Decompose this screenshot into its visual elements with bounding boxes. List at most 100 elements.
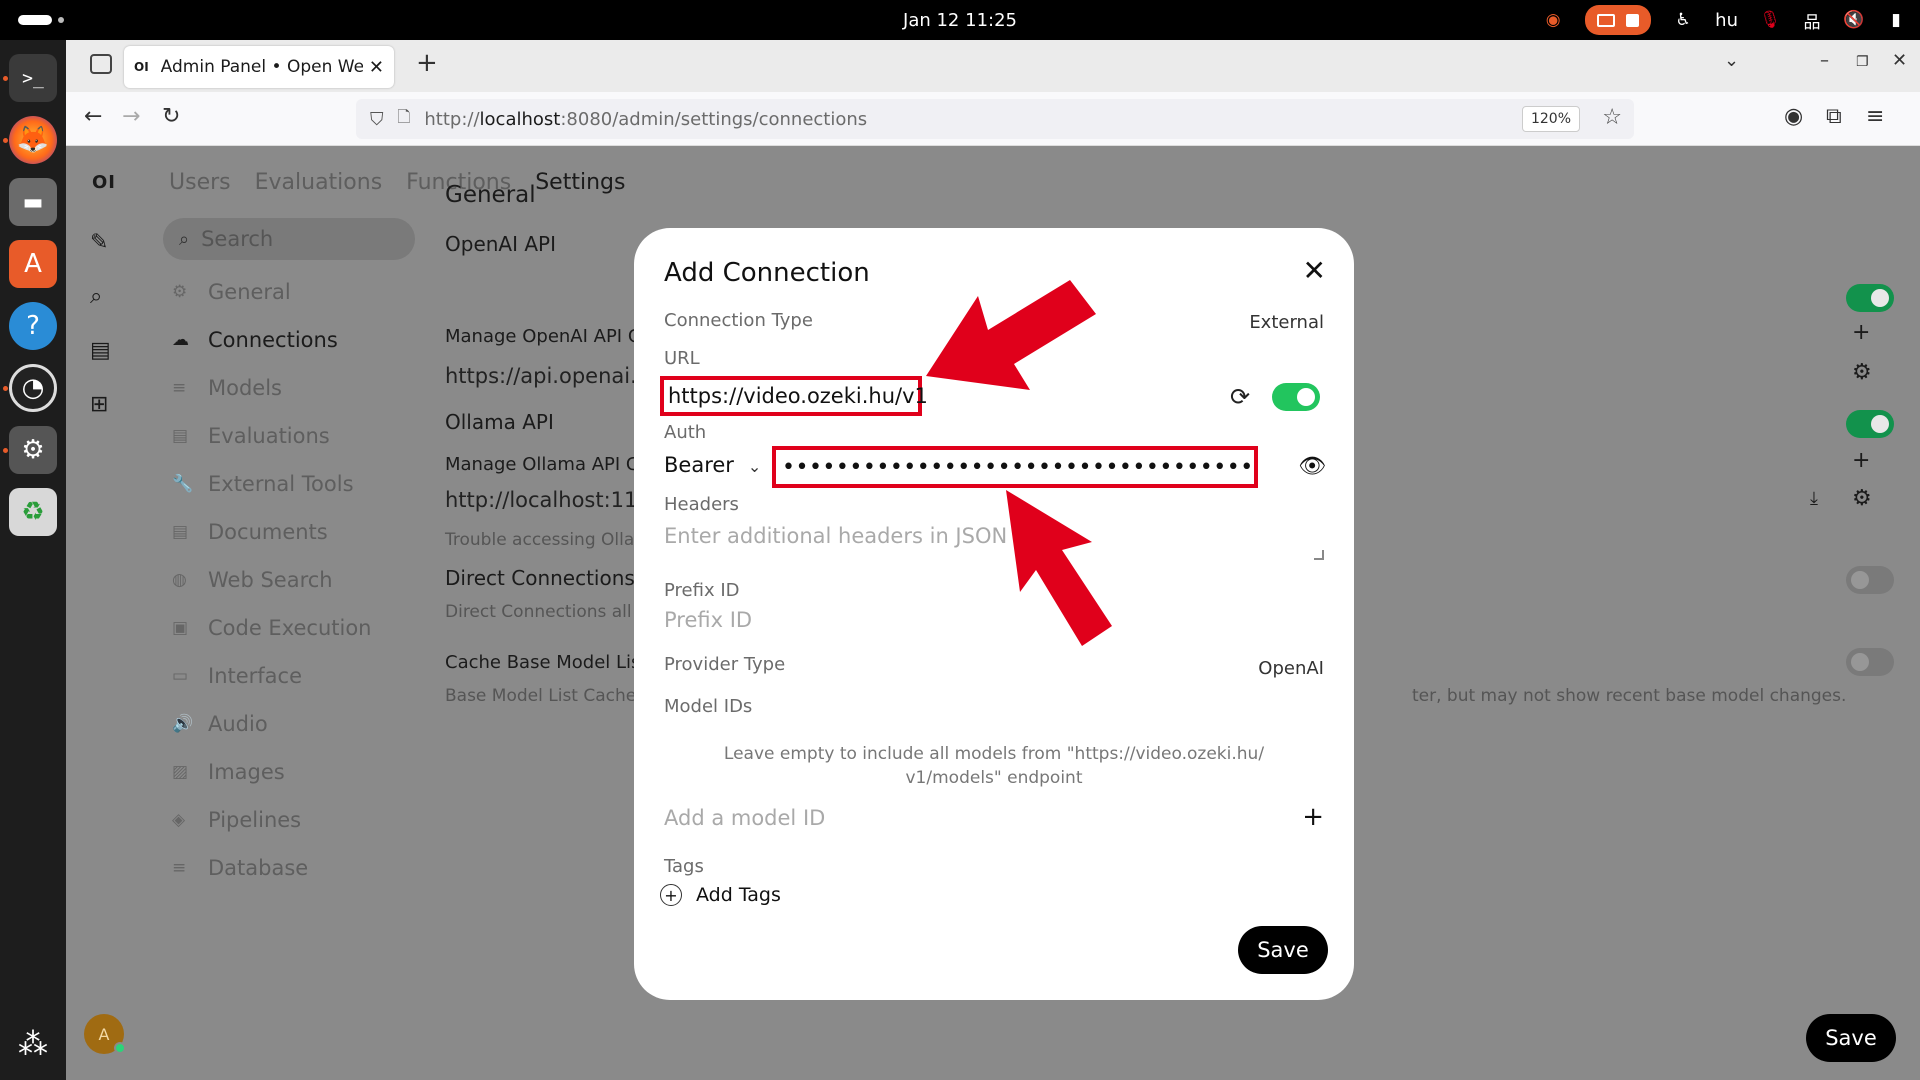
page-info-icon[interactable]: 🗋: [398, 106, 411, 133]
settings-nav-connections[interactable]: ☁ Connections: [172, 316, 372, 364]
obs-studio-icon[interactable]: ◔: [9, 364, 57, 412]
toggle-knob: [1851, 571, 1869, 589]
ollama-settings-gear-icon[interactable]: ⚙: [1852, 486, 1872, 511]
provider-type-value[interactable]: OpenAI: [1258, 658, 1324, 679]
workspace-grid-icon[interactable]: ⊞: [90, 392, 108, 417]
network-wired-icon[interactable]: 品: [1802, 10, 1822, 33]
terminal-icon[interactable]: >_: [9, 54, 57, 102]
settings-nav-database[interactable]: ≡ Database: [172, 844, 372, 892]
prefix-id-input[interactable]: Prefix ID: [664, 608, 752, 632]
accessibility-icon[interactable]: ♿: [1673, 10, 1693, 30]
settings-nav-audio[interactable]: 🔊 Audio: [172, 700, 372, 748]
bookmark-star-icon[interactable]: ☆: [1602, 105, 1622, 130]
tab-overflow-chevron-icon[interactable]: ⌄: [1724, 50, 1739, 71]
direct-connections-toggle[interactable]: [1846, 566, 1894, 594]
extensions-puzzle-icon[interactable]: ⧉: [1826, 104, 1842, 129]
reload-icon[interactable]: ↻: [162, 104, 180, 129]
address-bar[interactable]: ⛉ 🗋 http://localhost:8080/admin/settings…: [356, 99, 1634, 139]
close-tab-icon[interactable]: ✕: [369, 57, 384, 78]
terminal-window-icon: ▣: [172, 618, 189, 638]
cache-base-model-toggle[interactable]: [1846, 648, 1894, 676]
show-apps-icon[interactable]: ⁂: [9, 1020, 57, 1068]
url-input[interactable]: https://video.ozeki.hu/v1: [660, 376, 928, 416]
settings-app-icon[interactable]: ⚙: [9, 426, 57, 474]
stop-recording-icon[interactable]: [1626, 13, 1640, 27]
auth-type-select[interactable]: Bearer ⌄: [664, 453, 761, 477]
verify-connection-refresh-icon[interactable]: ⟳: [1230, 383, 1250, 411]
tab-list-icon[interactable]: [90, 54, 112, 74]
textarea-resize-handle[interactable]: [1314, 550, 1324, 560]
document-icon: ▤: [172, 426, 189, 446]
add-tags-button[interactable]: + Add Tags: [660, 884, 781, 906]
menu-hamburger-icon[interactable]: ≡: [1866, 104, 1884, 129]
url-label: URL: [664, 348, 700, 369]
trash-icon[interactable]: ♻: [9, 488, 57, 536]
settings-nav-pipelines[interactable]: ◈ Pipelines: [172, 796, 372, 844]
app-logo[interactable]: OI: [92, 172, 116, 193]
show-password-eye-icon[interactable]: 👁: [1298, 454, 1326, 479]
tab-evaluations[interactable]: Evaluations: [255, 170, 383, 195]
ollama-api-url[interactable]: http://localhost:114: [445, 488, 651, 512]
microphone-muted-icon[interactable]: 🎙: [1759, 10, 1781, 30]
url-prefix: http://: [424, 108, 480, 130]
add-ollama-connection-icon[interactable]: +: [1852, 448, 1870, 473]
ollama-manage-label: Manage Ollama API Co: [445, 454, 650, 475]
minimize-window-icon[interactable]: –: [1820, 50, 1829, 71]
openai-api-toggle[interactable]: [1846, 284, 1894, 312]
new-tab-icon[interactable]: +: [416, 48, 438, 78]
tab-settings[interactable]: Settings: [535, 170, 625, 195]
openai-api-url[interactable]: https://api.openai.c: [445, 364, 648, 388]
search-icon[interactable]: ⌕: [90, 284, 102, 309]
headers-textarea[interactable]: Enter additional headers in JSON fo: [664, 524, 1034, 548]
settings-nav-general[interactable]: ⚙ General: [172, 268, 372, 316]
settings-nav-web-search[interactable]: ◍ Web Search: [172, 556, 372, 604]
app-center-icon[interactable]: A: [9, 240, 57, 288]
openai-settings-gear-icon[interactable]: ⚙: [1852, 360, 1872, 385]
files-icon[interactable]: ▬: [9, 178, 57, 226]
settings-nav-interface[interactable]: ▭ Interface: [172, 652, 372, 700]
zoom-level-badge[interactable]: 120%: [1521, 106, 1580, 132]
add-openai-connection-icon[interactable]: +: [1852, 320, 1870, 345]
forward-arrow-icon[interactable]: →: [122, 104, 140, 129]
cloud-icon: ☁: [172, 330, 189, 350]
online-status-dot: [114, 1042, 126, 1054]
firefox-icon[interactable]: 🦊: [9, 116, 57, 164]
settings-nav-documents[interactable]: ▤ Documents: [172, 508, 372, 556]
browser-tab-admin-panel[interactable]: OI Admin Panel • Open WebUI ✕: [124, 46, 394, 88]
restore-window-icon[interactable]: ❐: [1856, 54, 1869, 70]
page-save-button[interactable]: Save: [1806, 1014, 1896, 1062]
settings-nav-code-execution[interactable]: ▣ Code Execution: [172, 604, 372, 652]
battery-icon[interactable]: ▮: [1886, 10, 1906, 30]
tab-users[interactable]: Users: [169, 170, 231, 195]
keyboard-layout-indicator[interactable]: hu: [1715, 10, 1738, 31]
user-avatar[interactable]: A: [84, 1014, 126, 1054]
back-arrow-icon[interactable]: ←: [84, 104, 102, 129]
settings-nav-images[interactable]: ▨ Images: [172, 748, 372, 796]
connection-type-value[interactable]: External: [1249, 312, 1324, 333]
screen-recording-indicator[interactable]: [1585, 5, 1652, 35]
ollama-api-toggle[interactable]: [1846, 410, 1894, 438]
settings-search-input[interactable]: ⌕ Search: [163, 218, 415, 260]
nav-label: Documents: [208, 520, 328, 544]
new-chat-pencil-icon[interactable]: ✎: [90, 230, 108, 255]
download-icon[interactable]: ⤓: [1810, 488, 1818, 509]
api-key-input[interactable]: •••••••••••••••••••••••••••••••••••••: [772, 446, 1258, 488]
volume-muted-icon[interactable]: 🔇: [1843, 10, 1864, 30]
nav-label: Audio: [208, 712, 268, 736]
notes-icon[interactable]: ▤: [90, 338, 111, 363]
settings-nav-models[interactable]: ≡ Models: [172, 364, 372, 412]
account-icon[interactable]: ◉: [1784, 104, 1803, 129]
tracking-protection-shield-icon[interactable]: ⛉: [370, 109, 384, 130]
modal-title: Add Connection: [664, 258, 870, 288]
close-window-icon[interactable]: ✕: [1892, 50, 1907, 71]
add-model-id-input[interactable]: Add a model ID: [664, 806, 825, 830]
ubuntu-pro-icon[interactable]: ◉: [1543, 10, 1563, 30]
close-icon[interactable]: ✕: [1303, 254, 1326, 287]
connection-enabled-toggle[interactable]: [1272, 383, 1320, 411]
system-top-bar: Jan 12 11:25 ◉ ♿ hu 🎙 品 🔇 ▮: [0, 0, 1920, 40]
settings-nav-external-tools[interactable]: 🔧 External Tools: [172, 460, 372, 508]
modal-save-button[interactable]: Save: [1238, 926, 1328, 974]
help-icon[interactable]: ?: [9, 302, 57, 350]
settings-nav-evaluations[interactable]: ▤ Evaluations: [172, 412, 372, 460]
add-model-plus-icon[interactable]: +: [1302, 802, 1324, 832]
